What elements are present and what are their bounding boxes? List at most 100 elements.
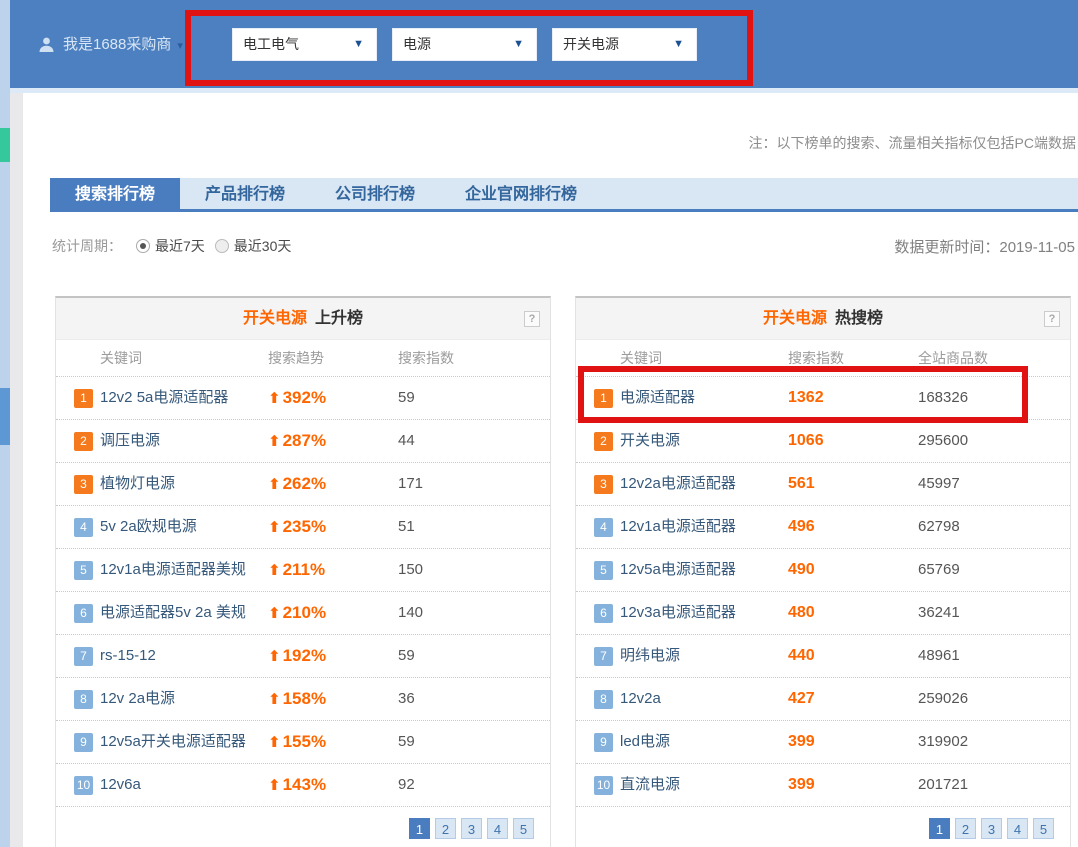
table-row[interactable]: 812v 2a电源⬆158%36 bbox=[56, 678, 550, 721]
table-row[interactable]: 1电源适配器1362168326 bbox=[576, 377, 1070, 420]
table-row[interactable]: 6电源适配器5v 2a 美规⬆210%140 bbox=[56, 592, 550, 635]
radio-selected[interactable] bbox=[136, 239, 150, 253]
page-button-1[interactable]: 1 bbox=[409, 818, 430, 839]
hot-table-rows: 1电源适配器13621683262开关电源1066295600312v2a电源适… bbox=[576, 377, 1070, 807]
table-row[interactable]: 512v5a电源适配器49065769 bbox=[576, 549, 1070, 592]
period-row: 统计周期：最近7天最近30天 数据更新时间：2019-11-05 bbox=[52, 236, 1078, 260]
period-options: 最近7天最近30天 bbox=[136, 238, 301, 254]
search-index-value: 51 bbox=[398, 506, 415, 548]
product-count-value: 259026 bbox=[918, 678, 968, 720]
keyword-link[interactable]: 12v5a电源适配器 bbox=[620, 549, 736, 591]
help-icon[interactable]: ? bbox=[524, 311, 540, 327]
table-row[interactable]: 312v2a电源适配器56145997 bbox=[576, 463, 1070, 506]
title-suffix: 上升榜 bbox=[315, 310, 363, 327]
page-button-4[interactable]: 4 bbox=[1007, 818, 1028, 839]
chevron-down-icon: ▾ bbox=[177, 40, 183, 52]
tab-company-ranking[interactable]: 公司排行榜 bbox=[310, 178, 440, 212]
title-keyword: 开关电源 bbox=[763, 310, 827, 327]
tab-website-ranking[interactable]: 企业官网排行榜 bbox=[440, 178, 602, 212]
keyword-link[interactable]: 开关电源 bbox=[620, 420, 680, 462]
search-index-value: 59 bbox=[398, 377, 415, 419]
table-row[interactable]: 9led电源399319902 bbox=[576, 721, 1070, 764]
keyword-link[interactable]: 明纬电源 bbox=[620, 635, 680, 677]
column-header-keyword: 关键词 bbox=[620, 340, 662, 377]
category-dropdown[interactable]: 电工电气▼ bbox=[232, 28, 377, 61]
search-index-value: 92 bbox=[398, 764, 415, 806]
page-button-3[interactable]: 3 bbox=[461, 818, 482, 839]
table-row[interactable]: 45v 2a欧规电源⬆235%51 bbox=[56, 506, 550, 549]
keyword-link[interactable]: 5v 2a欧规电源 bbox=[100, 506, 197, 548]
search-index-value: 140 bbox=[398, 592, 423, 634]
page-button-3[interactable]: 3 bbox=[981, 818, 1002, 839]
category-dropdown[interactable]: 开关电源▼ bbox=[552, 28, 697, 61]
table-row[interactable]: 10直流电源399201721 bbox=[576, 764, 1070, 807]
up-arrow-icon: ⬆ bbox=[268, 691, 281, 708]
up-arrow-icon: ⬆ bbox=[268, 605, 281, 622]
keyword-link[interactable]: led电源 bbox=[620, 721, 670, 763]
page-button-5[interactable]: 5 bbox=[513, 818, 534, 839]
keyword-link[interactable]: 12v2a bbox=[620, 678, 661, 720]
table-row[interactable]: 6 12v3a电源适配器 480 36241 bbox=[576, 592, 1070, 635]
product-count-value: 36241 bbox=[918, 592, 960, 634]
category-dropdown[interactable]: 电源▼ bbox=[392, 28, 537, 61]
table-row[interactable]: 7rs-15-12⬆192%59 bbox=[56, 635, 550, 678]
keyword-link[interactable]: 植物灯电源 bbox=[100, 463, 175, 505]
page-button-4[interactable]: 4 bbox=[487, 818, 508, 839]
table-row[interactable]: 2开关电源1066295600 bbox=[576, 420, 1070, 463]
search-index-value: 490 bbox=[788, 549, 815, 591]
up-arrow-icon: ⬆ bbox=[268, 648, 281, 665]
tab-search-ranking[interactable]: 搜索排行榜 bbox=[50, 178, 180, 212]
trend-percent: 262% bbox=[283, 474, 326, 493]
radio-unselected[interactable] bbox=[215, 239, 229, 253]
trend-value: ⬆287% bbox=[268, 420, 326, 463]
trend-percent: 235% bbox=[283, 517, 326, 536]
column-header-products: 全站商品数 bbox=[918, 340, 988, 377]
keyword-link[interactable]: 电源适配器 bbox=[620, 377, 695, 419]
table-row[interactable]: 7明纬电源44048961 bbox=[576, 635, 1070, 678]
column-header-keyword: 关键词 bbox=[100, 340, 142, 377]
keyword-link[interactable]: 12v2 5a电源适配器 bbox=[100, 377, 228, 419]
rank-badge: 10 bbox=[74, 776, 93, 795]
page-button-2[interactable]: 2 bbox=[955, 818, 976, 839]
table-row[interactable]: 912v5a开关电源适配器⬆155%59 bbox=[56, 721, 550, 764]
up-arrow-icon: ⬆ bbox=[268, 476, 281, 493]
rank-badge: 3 bbox=[74, 475, 93, 494]
rank-badge: 4 bbox=[594, 518, 613, 537]
trend-percent: 392% bbox=[283, 388, 326, 407]
page-button-1[interactable]: 1 bbox=[929, 818, 950, 839]
trend-value: ⬆235% bbox=[268, 506, 326, 549]
user-menu[interactable]: 我是1688采购商▾ bbox=[38, 33, 183, 57]
hot-table-title: 开关电源热搜榜 ? bbox=[576, 298, 1070, 340]
keyword-link[interactable]: 12v1a电源适配器美规 bbox=[100, 549, 246, 591]
keyword-link[interactable]: 12v6a bbox=[100, 764, 141, 806]
table-row[interactable]: 812v2a427259026 bbox=[576, 678, 1070, 721]
table-row[interactable]: 512v1a电源适配器美规⬆211%150 bbox=[56, 549, 550, 592]
table-row[interactable]: 1012v6a⬆143%92 bbox=[56, 764, 550, 807]
trend-percent: 155% bbox=[283, 732, 326, 751]
page-button-5[interactable]: 5 bbox=[1033, 818, 1054, 839]
keyword-link[interactable]: 直流电源 bbox=[620, 764, 680, 806]
keyword-link[interactable]: 12v 2a电源 bbox=[100, 678, 175, 720]
rank-badge: 1 bbox=[594, 389, 613, 408]
keyword-link[interactable]: 12v2a电源适配器 bbox=[620, 463, 736, 505]
keyword-link[interactable]: 12v5a开关电源适配器 bbox=[100, 721, 246, 763]
keyword-link[interactable]: 12v1a电源适配器 bbox=[620, 506, 736, 548]
title-suffix: 热搜榜 bbox=[835, 310, 883, 327]
keyword-link[interactable]: rs-15-12 bbox=[100, 635, 156, 677]
rank-badge: 6 bbox=[594, 604, 613, 623]
table-row[interactable]: 412v1a电源适配器49662798 bbox=[576, 506, 1070, 549]
rank-badge: 8 bbox=[594, 690, 613, 709]
data-scope-note: 注：以下榜单的搜索、流量相关指标仅包括PC端数据 bbox=[749, 133, 1076, 153]
tab-product-ranking[interactable]: 产品排行榜 bbox=[180, 178, 310, 212]
table-row[interactable]: 112v2 5a电源适配器⬆392%59 bbox=[56, 377, 550, 420]
page-button-2[interactable]: 2 bbox=[435, 818, 456, 839]
chevron-down-icon: ▼ bbox=[353, 29, 364, 60]
search-index-value: 480 bbox=[788, 592, 815, 634]
keyword-link[interactable]: 调压电源 bbox=[100, 420, 160, 462]
table-row[interactable]: 2调压电源⬆287%44 bbox=[56, 420, 550, 463]
table-row[interactable]: 3植物灯电源⬆262%171 bbox=[56, 463, 550, 506]
rank-badge: 2 bbox=[74, 432, 93, 451]
keyword-link[interactable]: 12v3a电源适配器 bbox=[620, 592, 736, 634]
keyword-link[interactable]: 电源适配器5v 2a 美规 bbox=[100, 592, 246, 634]
help-icon[interactable]: ? bbox=[1044, 311, 1060, 327]
